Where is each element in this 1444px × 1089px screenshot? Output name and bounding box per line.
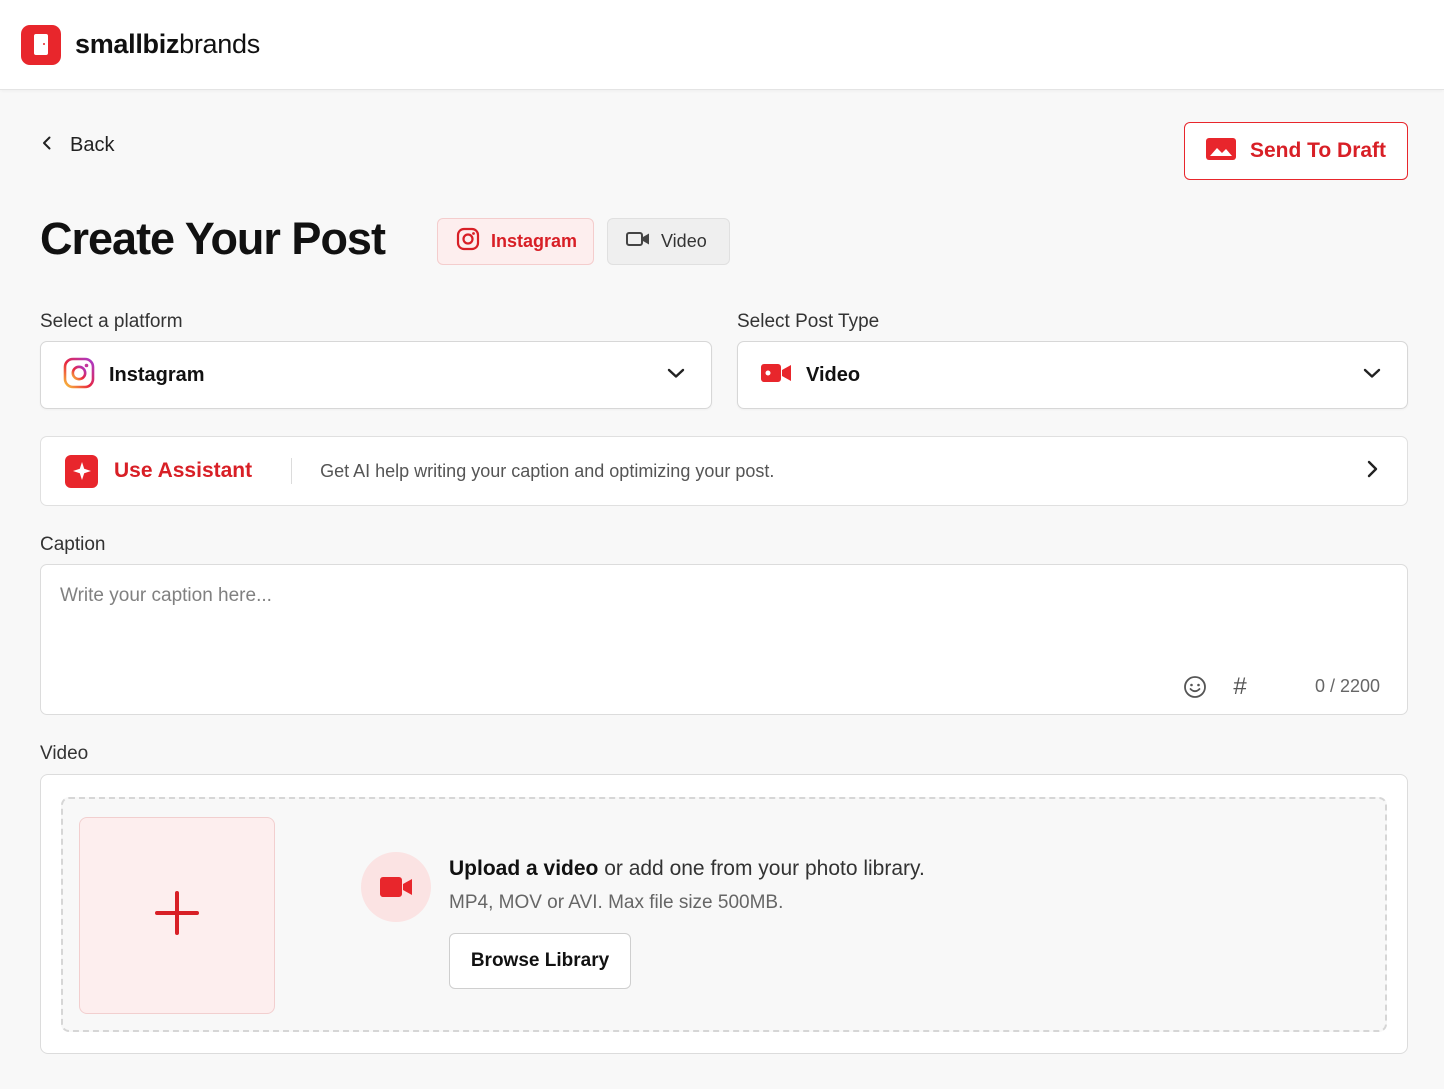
instagram-icon xyxy=(456,227,480,256)
chevron-right-icon xyxy=(1365,459,1379,484)
use-assistant-label: Use Assistant xyxy=(114,459,253,482)
hashtag-button[interactable]: # xyxy=(1226,673,1254,701)
caption-tools: # xyxy=(1181,673,1254,701)
top-bar: smallbizbrands xyxy=(0,0,1444,90)
add-video-button[interactable] xyxy=(79,817,275,1014)
chevron-down-icon xyxy=(1363,366,1381,384)
page-title: Create Your Post xyxy=(40,213,386,264)
send-to-draft-button[interactable]: Send To Draft xyxy=(1184,122,1408,180)
video-camera-icon xyxy=(760,362,792,389)
chevron-left-icon xyxy=(38,134,56,157)
character-counter: 0 / 2200 xyxy=(1314,676,1380,696)
platform-select[interactable]: Instagram xyxy=(40,341,712,409)
divider xyxy=(291,458,293,484)
video-upload-card: Upload a video or add one from your phot… xyxy=(40,774,1408,1054)
plus-icon xyxy=(155,891,199,940)
assistant-description: Get AI help writing your caption and opt… xyxy=(320,460,775,481)
platform-label: Select a platform xyxy=(40,311,183,332)
chip-instagram-label: Instagram xyxy=(491,231,578,251)
caption-input[interactable] xyxy=(60,585,1380,655)
caption-label: Caption xyxy=(40,534,106,555)
platform-select-value: Instagram xyxy=(109,363,205,386)
use-assistant-bar[interactable]: Use Assistant Get AI help writing your c… xyxy=(40,436,1408,506)
caption-box: # 0 / 2200 xyxy=(40,564,1408,715)
emoji-icon[interactable] xyxy=(1181,673,1209,701)
post-type-select-value: Video xyxy=(806,363,861,386)
video-camera-icon xyxy=(361,852,431,922)
upload-title: Upload a video or add one from your phot… xyxy=(449,857,925,880)
back-button[interactable]: Back xyxy=(38,134,114,157)
chevron-down-icon xyxy=(667,366,685,384)
chip-instagram[interactable]: Instagram xyxy=(437,218,594,265)
instagram-icon xyxy=(63,357,95,394)
chip-video[interactable]: Video xyxy=(607,218,730,265)
browse-library-button[interactable]: Browse Library xyxy=(449,933,631,989)
video-dropzone[interactable]: Upload a video or add one from your phot… xyxy=(61,797,1387,1032)
sparkle-icon xyxy=(65,454,98,488)
send-to-draft-label: Send To Draft xyxy=(1249,139,1387,162)
brand-logo-icon[interactable] xyxy=(21,24,61,65)
video-label: Video xyxy=(40,743,89,764)
back-label: Back xyxy=(70,134,115,156)
brand-name[interactable]: smallbizbrands xyxy=(75,29,260,60)
chip-video-label: Video xyxy=(661,231,707,251)
upload-subtitle: MP4, MOV or AVI. Max file size 500MB. xyxy=(449,892,784,913)
image-icon xyxy=(1205,137,1236,165)
post-type-label: Select Post Type xyxy=(737,311,880,332)
post-type-select[interactable]: Video xyxy=(737,341,1408,409)
video-camera-icon xyxy=(626,231,650,252)
